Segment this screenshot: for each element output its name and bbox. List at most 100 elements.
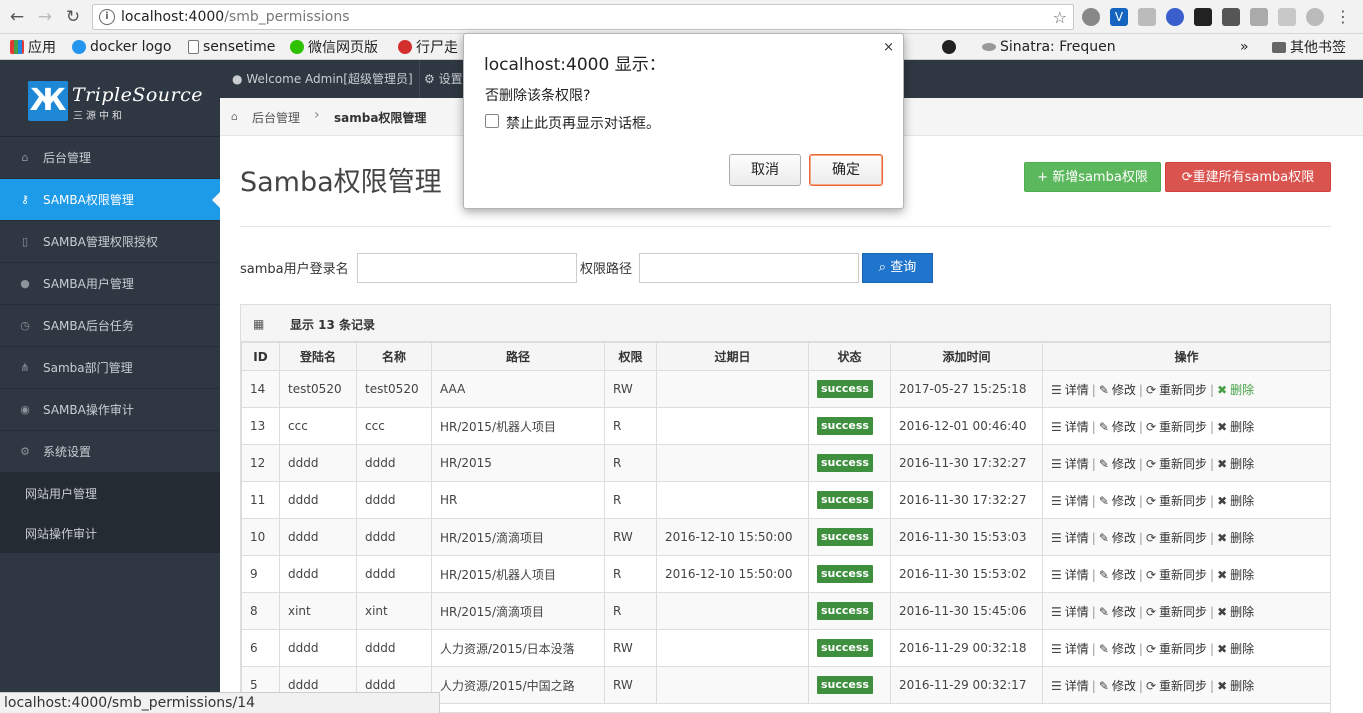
camera-icon[interactable] [1222, 8, 1240, 26]
column-header[interactable]: 名称 [356, 342, 432, 371]
sidebar-item-samba-admin-grant[interactable]: ▯ SAMBA管理权限授权 [0, 221, 220, 263]
qr-code-icon[interactable] [1194, 8, 1212, 26]
resync-link[interactable]: ⟳ 重新同步 [1146, 531, 1207, 545]
resync-link[interactable]: ⟳ 重新同步 [1146, 383, 1207, 397]
detail-link[interactable]: ☰ 详情 [1051, 642, 1089, 656]
resync-link[interactable]: ⟳ 重新同步 [1146, 642, 1207, 656]
delete-link[interactable]: ✖ 删除 [1217, 457, 1254, 471]
path-input[interactable] [639, 253, 859, 283]
delete-link[interactable]: ✖ 删除 [1217, 383, 1254, 397]
bookmark-docker[interactable]: docker logo [72, 38, 171, 56]
close-icon[interactable]: × [883, 40, 894, 55]
detail-link[interactable]: ☰ 详情 [1051, 568, 1089, 582]
times-icon: ✖ [1217, 419, 1228, 434]
resync-link[interactable]: ⟳ 重新同步 [1146, 605, 1207, 619]
delete-link[interactable]: ✖ 删除 [1217, 568, 1254, 582]
cancel-button[interactable]: 取消 [729, 154, 801, 186]
add-permission-button[interactable]: + 新增samba权限 [1024, 162, 1161, 192]
sidebar-item-samba-permissions[interactable]: ⚷ SAMBA权限管理 [0, 179, 220, 221]
sidebar-item-samba-audit[interactable]: ◉ SAMBA操作审计 [0, 389, 220, 431]
column-header[interactable]: 登陆名 [279, 342, 357, 371]
refresh-icon: ⟳ [1145, 419, 1157, 434]
edit-link[interactable]: ✎ 修改 [1099, 605, 1136, 619]
delete-link[interactable]: ✖ 删除 [1217, 494, 1254, 508]
column-header[interactable]: 权限 [604, 342, 657, 371]
menu-icon[interactable]: ⋮ [1334, 8, 1352, 26]
suppress-dialog-checkbox[interactable] [485, 114, 499, 128]
detail-link[interactable]: ☰ 详情 [1051, 420, 1089, 434]
delete-link[interactable]: ✖ 删除 [1217, 679, 1254, 693]
edit-link[interactable]: ✎ 修改 [1099, 568, 1136, 582]
confirm-dialog: localhost:4000 显示： × 否删除该条权限? 禁止此页再显示对话框… [463, 33, 904, 209]
info-icon[interactable]: i [99, 9, 115, 25]
sidebar-subitem-site-audit[interactable]: 网站操作审计 [0, 513, 220, 553]
breadcrumb-home-link[interactable]: 后台管理 [252, 109, 300, 126]
extension-grid-icon[interactable] [1278, 8, 1296, 26]
permissions-panel: ▦ 显示 13 条记录 ID 登陆名 名称 路径 权限 过期日 状态 添加时间 … [240, 304, 1331, 713]
extension-v-icon[interactable]: V [1110, 8, 1128, 26]
delete-link[interactable]: ✖ 删除 [1217, 642, 1254, 656]
resync-link[interactable]: ⟳ 重新同步 [1146, 457, 1207, 471]
search-button[interactable]: ⌕ 查询 [862, 253, 933, 283]
detail-link[interactable]: ☰ 详情 [1051, 494, 1089, 508]
edit-link[interactable]: ✎ 修改 [1099, 383, 1136, 397]
action-label: 删除 [1230, 493, 1255, 508]
resync-link[interactable]: ⟳ 重新同步 [1146, 568, 1207, 582]
back-icon[interactable]: ← [6, 6, 28, 28]
column-header[interactable]: 添加时间 [890, 342, 1043, 371]
resync-link[interactable]: ⟳ 重新同步 [1146, 494, 1207, 508]
detail-link[interactable]: ☰ 详情 [1051, 383, 1089, 397]
sidebar-item-samba-departments[interactable]: ⋔ Samba部门管理 [0, 347, 220, 389]
reload-icon[interactable]: ↻ [62, 6, 84, 28]
cloud-icon[interactable] [1306, 8, 1324, 26]
extension-flask-icon[interactable] [1138, 8, 1156, 26]
detail-link[interactable]: ☰ 详情 [1051, 679, 1089, 693]
bookmarks-more-icon[interactable]: » [1240, 38, 1249, 56]
column-header[interactable]: 过期日 [656, 342, 809, 371]
delete-link[interactable]: ✖ 删除 [1217, 420, 1254, 434]
welcome-user[interactable]: ● Welcome Admin[超级管理员] [226, 60, 420, 98]
delete-link[interactable]: ✖ 删除 [1217, 531, 1254, 545]
bookmark-walking-dead[interactable]: 行尸走 [398, 38, 458, 56]
settings-menu[interactable]: ⚙ 设置 [418, 60, 470, 98]
extension-panel-icon[interactable] [1250, 8, 1268, 26]
edit-link[interactable]: ✎ 修改 [1099, 494, 1136, 508]
column-header[interactable]: 路径 [431, 342, 605, 371]
bookmark-sensetime[interactable]: sensetime [188, 38, 275, 56]
forward-icon[interactable]: → [34, 6, 56, 28]
rebuild-permissions-button[interactable]: ⟳重建所有samba权限 [1165, 162, 1331, 192]
login-name-input[interactable] [357, 253, 577, 283]
logo[interactable]: Ж TripleSource 三源中和 [0, 60, 220, 137]
cell-path: HR/2015/滴滴项目 [431, 592, 605, 630]
edit-link[interactable]: ✎ 修改 [1099, 531, 1136, 545]
detail-link[interactable]: ☰ 详情 [1051, 531, 1089, 545]
bookmark-star-icon[interactable]: ☆ [1053, 8, 1067, 27]
delete-link[interactable]: ✖ 删除 [1217, 605, 1254, 619]
resync-link[interactable]: ⟳ 重新同步 [1146, 679, 1207, 693]
detail-link[interactable]: ☰ 详情 [1051, 605, 1089, 619]
confirm-button[interactable]: 确定 [809, 154, 883, 186]
address-bar[interactable]: i localhost:4000/smb_permissions ☆ [92, 4, 1074, 30]
resync-link[interactable]: ⟳ 重新同步 [1146, 420, 1207, 434]
sidebar-item-samba-users[interactable]: ● SAMBA用户管理 [0, 263, 220, 305]
github-bookmark[interactable] [942, 38, 956, 56]
column-header[interactable]: ID [241, 342, 280, 371]
bookmark-sinatra[interactable]: Sinatra: Frequen [982, 38, 1116, 56]
extension-globe-icon[interactable] [1166, 8, 1184, 26]
sidebar-item-dashboard[interactable]: ⌂ 后台管理 [0, 137, 220, 179]
column-header[interactable]: 状态 [808, 342, 891, 371]
bookmark-wechat[interactable]: 微信网页版 [290, 38, 378, 56]
edit-link[interactable]: ✎ 修改 [1099, 420, 1136, 434]
sidebar-subitem-site-users[interactable]: 网站用户管理 [0, 473, 220, 513]
extension-circle-icon[interactable] [1082, 8, 1100, 26]
suppress-dialog-label[interactable]: 禁止此页再显示对话框。 [506, 113, 660, 133]
bookmark-apps[interactable]: 应用 [10, 38, 56, 56]
edit-link[interactable]: ✎ 修改 [1099, 642, 1136, 656]
edit-link[interactable]: ✎ 修改 [1099, 457, 1136, 471]
detail-link[interactable]: ☰ 详情 [1051, 457, 1089, 471]
sidebar-item-samba-tasks[interactable]: ◷ SAMBA后台任务 [0, 305, 220, 347]
sidebar-item-system-settings[interactable]: ⚙ 系统设置 [0, 431, 220, 473]
edit-link[interactable]: ✎ 修改 [1099, 679, 1136, 693]
cell-id: 9 [241, 555, 280, 593]
other-bookmarks[interactable]: 其他书签 [1272, 38, 1346, 56]
